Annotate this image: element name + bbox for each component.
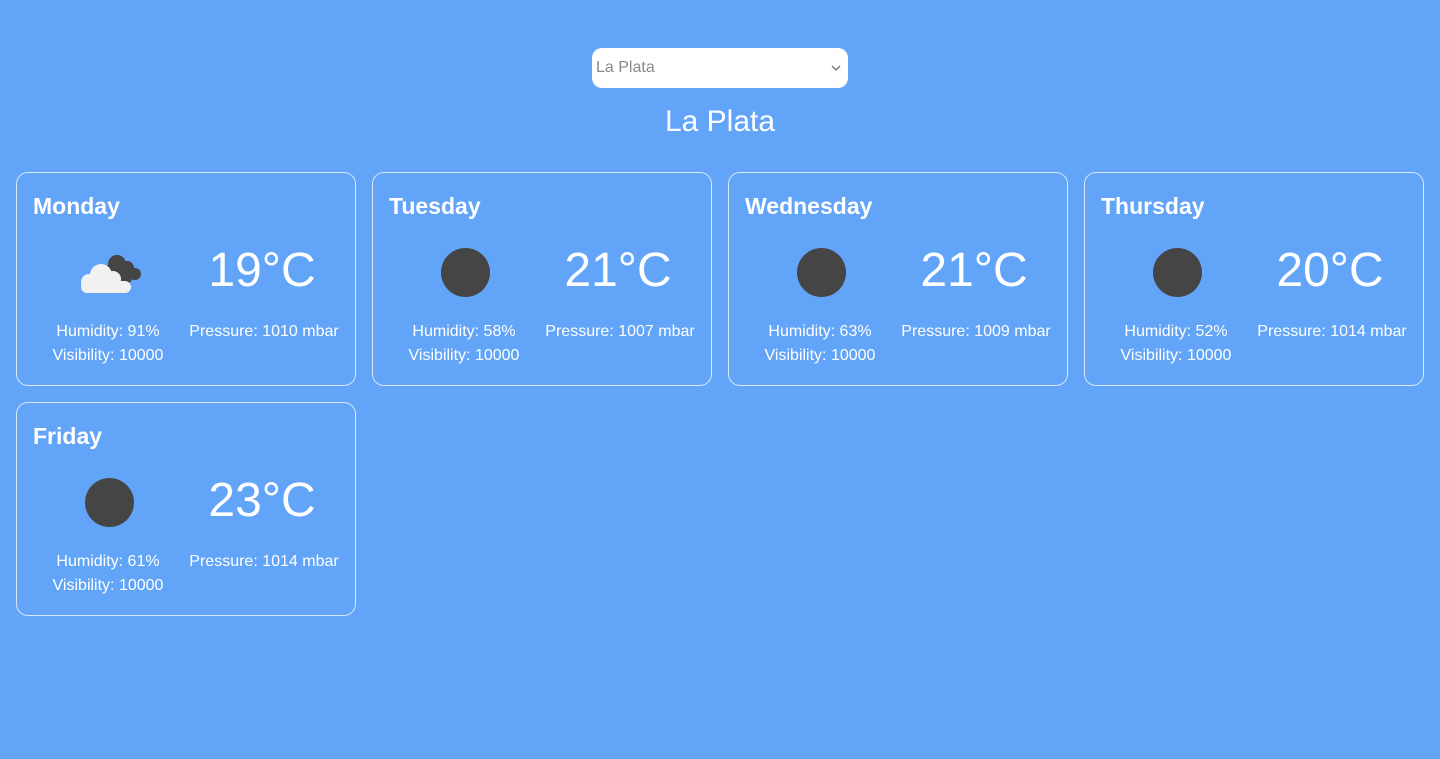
dark-circle-icon	[440, 247, 490, 297]
pressure: Pressure: 1007 mbar	[545, 323, 695, 340]
temperature: 21°C	[564, 244, 672, 297]
forecast-list: Monday 19°C Humidity: 91% Visibility: 10…	[16, 172, 1424, 616]
day-name: Friday	[33, 423, 103, 449]
visibility: Visibility: 10000	[764, 347, 876, 364]
dark-circle-icon	[796, 247, 846, 297]
forecast-card-wednesday: Wednesday 21°C Humidity: 63% Visibility:…	[728, 172, 1068, 386]
visibility: Visibility: 10000	[408, 347, 520, 364]
visibility: Visibility: 10000	[52, 577, 164, 594]
temperature: 21°C	[920, 244, 1028, 297]
day-name: Wednesday	[745, 193, 873, 219]
humidity: Humidity: 52%	[1124, 323, 1228, 340]
forecast-card-tuesday: Tuesday 21°C Humidity: 58% Visibility: 1…	[372, 172, 712, 386]
visibility: Visibility: 10000	[1120, 347, 1232, 364]
temperature: 23°C	[208, 474, 316, 527]
humidity: Humidity: 58%	[412, 323, 516, 340]
dark-circle-icon	[1152, 247, 1202, 297]
pressure: Pressure: 1014 mbar	[1257, 323, 1407, 340]
humidity: Humidity: 91%	[56, 323, 160, 340]
day-name: Monday	[33, 193, 120, 219]
humidity: Humidity: 61%	[56, 553, 160, 570]
chevron-down-icon	[830, 62, 842, 74]
visibility: Visibility: 10000	[52, 347, 164, 364]
cloudy-icon	[57, 237, 161, 307]
city-title: La Plata	[664, 105, 776, 138]
pressure: Pressure: 1009 mbar	[901, 323, 1051, 340]
forecast-card-thursday: Thursday 20°C Humidity: 52% Visibility: …	[1084, 172, 1424, 386]
day-name: Tuesday	[389, 193, 481, 219]
day-name: Thursday	[1101, 193, 1205, 219]
temperature: 20°C	[1276, 244, 1384, 297]
humidity: Humidity: 63%	[768, 323, 872, 340]
forecast-card-friday: Friday 23°C Humidity: 61% Visibility: 10…	[16, 402, 356, 616]
city-select-value: La Plata	[596, 59, 655, 76]
pressure: Pressure: 1010 mbar	[189, 323, 339, 340]
pressure: Pressure: 1014 mbar	[189, 553, 339, 570]
temperature: 19°C	[208, 244, 316, 297]
dark-circle-icon	[84, 477, 134, 527]
forecast-card-monday: Monday 19°C Humidity: 91% Visibility: 10…	[16, 172, 356, 386]
city-select[interactable]: La Plata	[592, 48, 848, 88]
